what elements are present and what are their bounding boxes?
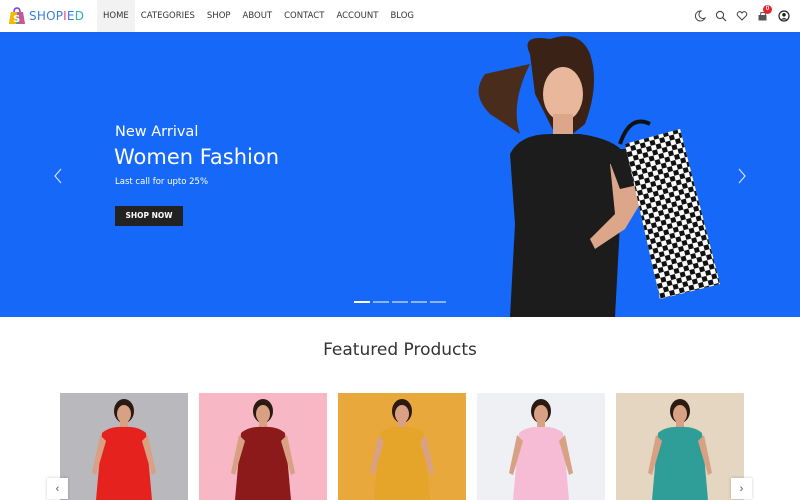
chevron-right-icon: › <box>739 482 744 495</box>
product-card-red-anarkali-dress[interactable] <box>60 393 188 500</box>
product-image <box>648 399 712 500</box>
product-image <box>370 399 434 500</box>
nav-blog[interactable]: BLOG <box>384 0 420 32</box>
product-image <box>92 399 156 500</box>
main-nav: HOME CATEGORIES SHOP ABOUT CONTACT ACCOU… <box>97 0 420 32</box>
product-card-yellow-printed-kurta[interactable] <box>338 393 466 500</box>
brand-letter: P <box>55 9 64 23</box>
product-card-teal-printed-suit[interactable] <box>616 393 744 500</box>
featured-products-title: Featured Products <box>323 340 477 360</box>
nav-about[interactable]: ABOUT <box>237 0 279 32</box>
hero-model-image <box>450 34 750 317</box>
cart-icon[interactable]: 0 <box>757 5 772 21</box>
brand-logo[interactable]: S SHOPIED <box>8 7 84 25</box>
slide-dot-5[interactable] <box>430 301 446 303</box>
hero-subtitle: New Arrival <box>115 124 199 140</box>
nav-home[interactable]: HOME <box>97 0 135 32</box>
header-icons: 0 <box>694 5 790 22</box>
hero-prev-arrow-icon[interactable] <box>53 168 63 184</box>
hero-description: Last call for upto 25% <box>115 177 209 187</box>
nav-categories[interactable]: CATEGORIES <box>135 0 201 32</box>
product-image <box>509 399 573 500</box>
brand-letter: S <box>29 9 37 23</box>
carousel-next-button[interactable]: › <box>731 478 752 499</box>
nav-contact[interactable]: CONTACT <box>278 0 330 32</box>
slide-dot-2[interactable] <box>373 301 389 303</box>
product-image <box>231 399 295 500</box>
product-card-pink-straight-kurta[interactable] <box>477 393 605 500</box>
brand-letter: H <box>36 9 47 23</box>
nav-account[interactable]: ACCOUNT <box>330 0 384 32</box>
hero-banner: New Arrival Women Fashion Last call for … <box>0 34 800 317</box>
svg-text:S: S <box>13 14 20 25</box>
user-icon[interactable] <box>778 9 790 22</box>
shopping-bag-logo-icon: S <box>8 7 26 25</box>
top-navbar: S SHOPIED HOME CATEGORIES SHOP ABOUT CON… <box>0 0 800 34</box>
slide-dot-3[interactable] <box>392 301 408 303</box>
shop-now-button[interactable]: SHOP NOW <box>115 206 183 226</box>
nav-shop[interactable]: SHOP <box>201 0 237 32</box>
slide-indicators <box>354 301 446 303</box>
brand-letter: D <box>74 9 85 23</box>
moon-icon[interactable] <box>694 9 707 22</box>
hero-title: Women Fashion <box>114 145 280 169</box>
slide-dot-4[interactable] <box>411 301 427 303</box>
cart-count-badge: 0 <box>763 5 772 14</box>
search-icon[interactable] <box>715 9 727 22</box>
brand-name: SHOPIED <box>29 9 84 23</box>
product-carousel <box>60 393 744 500</box>
chevron-left-icon: ‹ <box>55 482 60 495</box>
heart-icon[interactable] <box>736 9 748 21</box>
slide-dot-1[interactable] <box>354 301 370 303</box>
carousel-prev-button[interactable]: ‹ <box>47 478 68 499</box>
brand-letter: E <box>66 9 75 23</box>
brand-letter: O <box>46 9 56 23</box>
product-card-floral-kurta-dupatta-set[interactable] <box>199 393 327 500</box>
hero-next-arrow-icon[interactable] <box>737 168 747 184</box>
